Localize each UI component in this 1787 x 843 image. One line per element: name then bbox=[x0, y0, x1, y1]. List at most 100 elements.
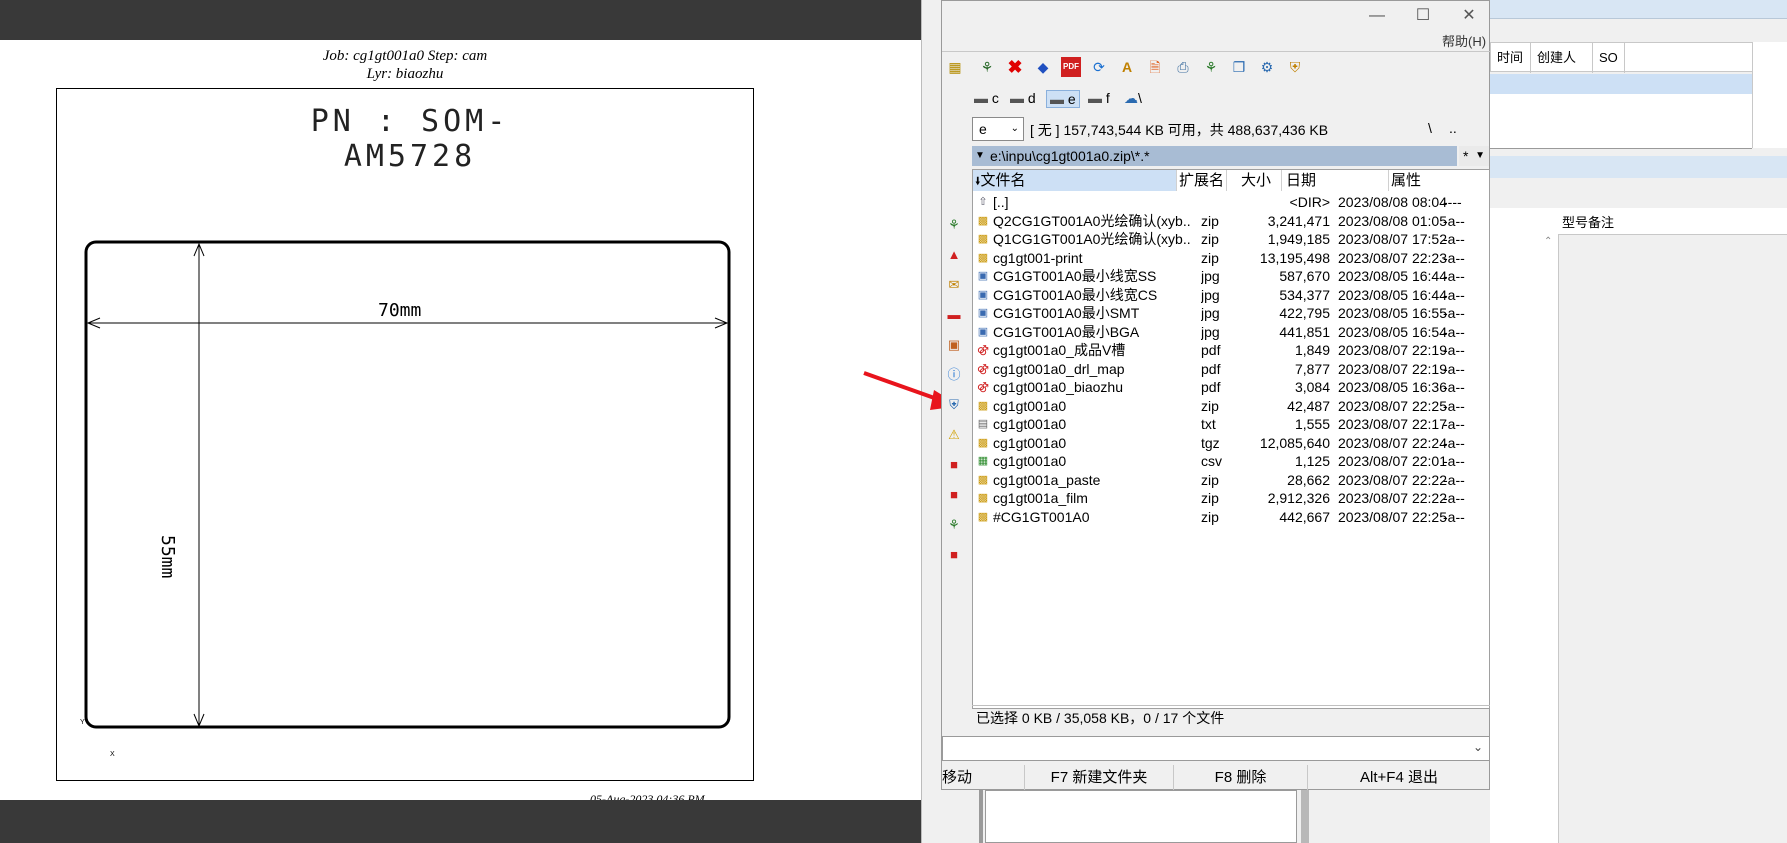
archive-icon[interactable]: ▦ bbox=[945, 57, 965, 77]
image-icon: ▣ bbox=[977, 325, 989, 338]
drive-f[interactable]: ▬ f bbox=[1088, 90, 1110, 106]
print-icon[interactable]: ⎙ bbox=[1173, 57, 1193, 77]
maximize-icon[interactable]: ☐ bbox=[1400, 3, 1446, 29]
bg-column-creator[interactable]: 创建人 bbox=[1531, 43, 1593, 73]
network-icon[interactable]: ⚘ bbox=[946, 217, 962, 233]
move-button[interactable]: 移动 bbox=[942, 765, 1025, 791]
column-name-header[interactable]: 🠛文件名 bbox=[973, 170, 1177, 191]
slides-icon[interactable]: ■ bbox=[946, 487, 962, 503]
document-icon[interactable]: 🗎 bbox=[1145, 57, 1165, 77]
settings-icon[interactable]: ⚙ bbox=[1257, 57, 1277, 77]
drive-d[interactable]: ▬ d bbox=[1010, 90, 1036, 106]
delete-button[interactable]: F8 删除 bbox=[1174, 765, 1308, 791]
filter-dropdown[interactable]: * ▼ bbox=[1459, 146, 1489, 166]
path-bar[interactable]: ▼ e:\inpu\cg1gt001a0.zip\*.* bbox=[972, 146, 1457, 166]
toolbar-divider bbox=[942, 51, 1490, 52]
background-list bbox=[985, 790, 1297, 843]
image-icon: ▣ bbox=[977, 270, 989, 282]
zip-icon: ▩ bbox=[977, 473, 989, 486]
refresh-icon[interactable]: ⟳ bbox=[1089, 57, 1109, 77]
pdf-page: Job: cg1gt001a0 Step: cam Lyr: biaozhu Y… bbox=[0, 40, 921, 800]
remove-icon[interactable]: ▬ bbox=[946, 307, 962, 323]
zip-icon: ▩ bbox=[977, 492, 989, 504]
zip-icon: ▩ bbox=[977, 399, 989, 412]
file-attr: -a-- bbox=[1443, 508, 1465, 525]
network-drive-icon: ☁ bbox=[1124, 90, 1138, 106]
drive-icon: ▬ bbox=[1050, 91, 1064, 107]
drive-c[interactable]: ▬ c bbox=[974, 90, 999, 106]
print-footer: 05-Aug-2023 04:36 PM bbox=[590, 792, 705, 800]
bg-left-column: ⌃ bbox=[1490, 234, 1559, 843]
bg-column-so[interactable]: SO bbox=[1593, 43, 1625, 73]
zip-icon: ▩ bbox=[977, 436, 989, 449]
column-attr-header[interactable]: 属性 bbox=[1389, 170, 1489, 191]
slides-icon[interactable]: ■ bbox=[946, 457, 962, 473]
bg-column-time[interactable]: 时间 bbox=[1491, 43, 1531, 73]
bg-grid-header: 时间 创建人 SO bbox=[1490, 42, 1765, 73]
network-drive[interactable]: ☁\ bbox=[1124, 90, 1142, 107]
bg-sub-header-bar: 型号备注 bbox=[1490, 208, 1787, 235]
splitter[interactable] bbox=[1301, 790, 1309, 843]
shield-icon[interactable]: ⛨ bbox=[946, 397, 962, 413]
bg-selected-row[interactable] bbox=[1490, 74, 1752, 94]
pdf-scrollbar[interactable] bbox=[921, 0, 942, 843]
drive-icon: ▬ bbox=[1010, 90, 1024, 106]
drive-e[interactable]: ▬ e bbox=[1046, 90, 1080, 108]
bg-grid-right bbox=[1752, 42, 1787, 148]
splitter[interactable] bbox=[979, 790, 983, 843]
help-menu[interactable]: 帮助(H) bbox=[1442, 31, 1486, 50]
pdf-icon[interactable]: ▲ bbox=[946, 247, 962, 263]
scroll-up-icon[interactable]: ⌃ bbox=[1544, 236, 1552, 247]
bg-sub-header: 型号备注 bbox=[1562, 215, 1615, 230]
tree-icon[interactable]: ⚘ bbox=[1201, 57, 1221, 77]
file-manager-window: — ☐ ✕ 帮助(H) ▦ ⚘ ✖ ◆ PDF ⟳ A 🗎 ⎙ ⚘ ❐ ⚙ ⛨ … bbox=[941, 0, 1492, 791]
pdf-file-icon: ⚣ bbox=[977, 344, 989, 356]
info-icon[interactable]: ⓘ bbox=[946, 367, 962, 383]
mail-icon[interactable]: ✉ bbox=[946, 277, 962, 293]
exit-button[interactable]: Alt+F4 退出 bbox=[1308, 765, 1490, 791]
network-icon[interactable]: ⚘ bbox=[977, 57, 997, 77]
status-bar: 已选择 0 KB / 35,058 KB，0 / 17 个文件 bbox=[972, 705, 1490, 729]
zip-icon: ▩ bbox=[977, 214, 989, 227]
bg-tab-strip bbox=[1490, 156, 1787, 178]
close-icon[interactable]: ✕ bbox=[1446, 3, 1492, 29]
column-size-header[interactable]: 大小 bbox=[1227, 170, 1282, 191]
shield-icon[interactable]: ⛨ bbox=[1285, 57, 1305, 77]
zip-icon: ▩ bbox=[977, 251, 989, 264]
drive-icon: ▬ bbox=[974, 90, 988, 106]
up-folder-icon: ⇧ bbox=[978, 196, 988, 208]
pdf-icon[interactable]: PDF bbox=[1061, 57, 1081, 77]
history-dropdown-icon[interactable]: ▼ bbox=[975, 146, 985, 166]
background-panel bbox=[941, 790, 1490, 843]
bg-header-strip bbox=[1490, 0, 1787, 19]
tree-icon[interactable]: ⚘ bbox=[946, 517, 962, 533]
pdf-file-icon: ⚣ bbox=[977, 381, 989, 393]
drawing-title: PN : SOM-AM5728 bbox=[310, 104, 510, 174]
minimize-icon[interactable]: — bbox=[1354, 3, 1400, 29]
root-button[interactable]: \ bbox=[1428, 120, 1432, 136]
image-icon: ▣ bbox=[977, 288, 989, 301]
file-name: #CG1GT001A0 bbox=[993, 508, 1090, 525]
column-date-header[interactable]: 日期 bbox=[1282, 170, 1389, 191]
slides-icon[interactable]: ■ bbox=[946, 547, 962, 563]
zip-icon: ▩ bbox=[977, 510, 989, 523]
csv-icon: ▦ bbox=[977, 455, 989, 467]
up-button[interactable]: .. bbox=[1449, 120, 1457, 136]
image-icon[interactable]: ▣ bbox=[946, 337, 962, 353]
column-ext-header[interactable]: 扩展名 bbox=[1177, 170, 1227, 191]
chevron-down-icon: ⌄ bbox=[1010, 123, 1019, 134]
font-icon[interactable]: A bbox=[1117, 57, 1137, 77]
delete-icon[interactable]: ✖ bbox=[1005, 57, 1025, 77]
file-row[interactable]: ▩ #CG1GT001A0 zip 442,667 2023/08/07 22:25 -a… bbox=[973, 507, 1489, 528]
drive-select[interactable]: e ⌄ bbox=[972, 117, 1024, 141]
file-list[interactable]: 🠛文件名 扩展名 大小 日期 属性 ⇧ [..] <DIR> 2023/08/08 0… bbox=[972, 169, 1490, 709]
text-file-icon: ▤ bbox=[977, 418, 989, 430]
warning-icon[interactable]: ⚠ bbox=[946, 427, 962, 443]
copy-icon[interactable]: ❐ bbox=[1229, 57, 1249, 77]
image-icon: ▣ bbox=[977, 307, 989, 319]
pdf-viewer-toolbar bbox=[0, 0, 921, 40]
chevron-down-icon[interactable]: ⌄ bbox=[1473, 740, 1483, 754]
tools-icon[interactable]: ◆ bbox=[1033, 57, 1053, 77]
command-line[interactable]: ⌄ bbox=[942, 736, 1490, 761]
new-folder-button[interactable]: F7 新建文件夹 bbox=[1025, 765, 1174, 791]
